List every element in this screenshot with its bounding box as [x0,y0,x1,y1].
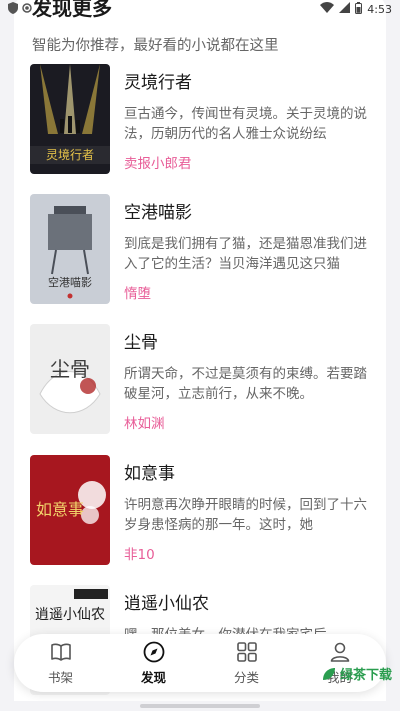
book-cover[interactable]: 尘骨 [30,324,110,434]
watermark-text: 绿茶下载 [339,668,392,683]
book-cover[interactable]: 如意事 [30,455,110,565]
cover-title: 如意事 [36,500,84,519]
book-desc: 所谓天命，不过是莫须有的束缚。若要踏破星河，立志前行，从来不晚。 [124,366,367,402]
book-cover[interactable]: 灵境行者 [30,64,110,174]
book-icon [50,643,71,661]
leaf-icon [322,667,335,680]
book-desc: 亘古通今，传闻世有灵境。关于灵境的说法，历朝历代的名人雅士众说纷纭 [124,106,367,142]
compass-icon [143,641,164,663]
book-title[interactable]: 如意事 [124,459,175,484]
status-left [8,1,32,17]
book-item[interactable]: 如意事 如意事 许明意再次睁开眼睛的时候，回到了十六岁身患怪病的那一年。这时，她… [30,455,370,575]
book-author[interactable]: 林如渊 [124,412,165,432]
book-item[interactable]: 尘骨 尘骨 所谓天命，不过是莫须有的束缚。若要踏破星河，立志前行，从来不晚。 林… [30,324,370,444]
tab-label: 发现 [140,670,166,685]
watermark: 绿茶下载 [321,664,392,683]
book-item[interactable]: 灵境行者 灵境行者 亘古通今，传闻世有灵境。关于灵境的说法，历朝历代的名人雅士众… [30,64,370,184]
status-bar: 4:53 [0,0,400,18]
cover-title: 灵境行者 [46,147,94,162]
book-desc: 到底是我们拥有了猫，还是猫恩准我们进入了它的生活？当贝海洋遇见这只猫 [124,236,367,272]
book-title[interactable]: 灵境行者 [124,68,192,93]
bottom-tab-bar: 书架 发现 分类 我的 [14,634,386,692]
book-author[interactable]: 惰堕 [124,282,151,302]
grid-icon [236,642,257,662]
book-desc: 许明意再次睁开眼睛的时候，回到了十六岁身患怪病的那一年。这时，她 [124,497,367,533]
wifi-icon [320,2,335,16]
book-author[interactable]: 非10 [124,543,155,563]
battery-icon [355,1,363,17]
book-title[interactable]: 空港喵影 [124,198,192,223]
cover-title: 尘骨 [50,357,90,381]
status-time: 4:53 [367,2,392,16]
tab-category[interactable]: 分类 [212,640,282,686]
user-icon [330,642,349,662]
record-icon [22,2,32,16]
book-cover[interactable]: 空港喵影 [30,194,110,304]
tab-discover[interactable]: 发现 [119,640,189,686]
section-subtitle: 智能为你推荐，最好看的小说都在这里 [32,38,279,54]
book-title[interactable]: 尘骨 [124,328,158,353]
book-item[interactable]: 空港喵影 空港喵影 到底是我们拥有了猫，还是猫恩准我们进入了它的生活？当贝海洋遇… [30,194,370,314]
discover-card: 发现更多 智能为你推荐，最好看的小说都在这里 灵境行者 灵境行者 亘古通今，传闻… [14,0,386,711]
home-indicator[interactable] [140,704,260,708]
tab-label: 分类 [233,670,259,685]
signal-icon [339,2,351,16]
status-right: 4:53 [320,1,392,17]
shield-icon [8,1,18,17]
cover-title: 逍遥小仙农 [35,607,105,623]
tab-label: 书架 [47,670,73,685]
book-title[interactable]: 逍遥小仙农 [124,589,209,614]
book-author[interactable]: 卖报小郎君 [124,152,192,172]
tab-bookshelf[interactable]: 书架 [26,640,96,686]
cover-title: 空港喵影 [48,275,92,289]
